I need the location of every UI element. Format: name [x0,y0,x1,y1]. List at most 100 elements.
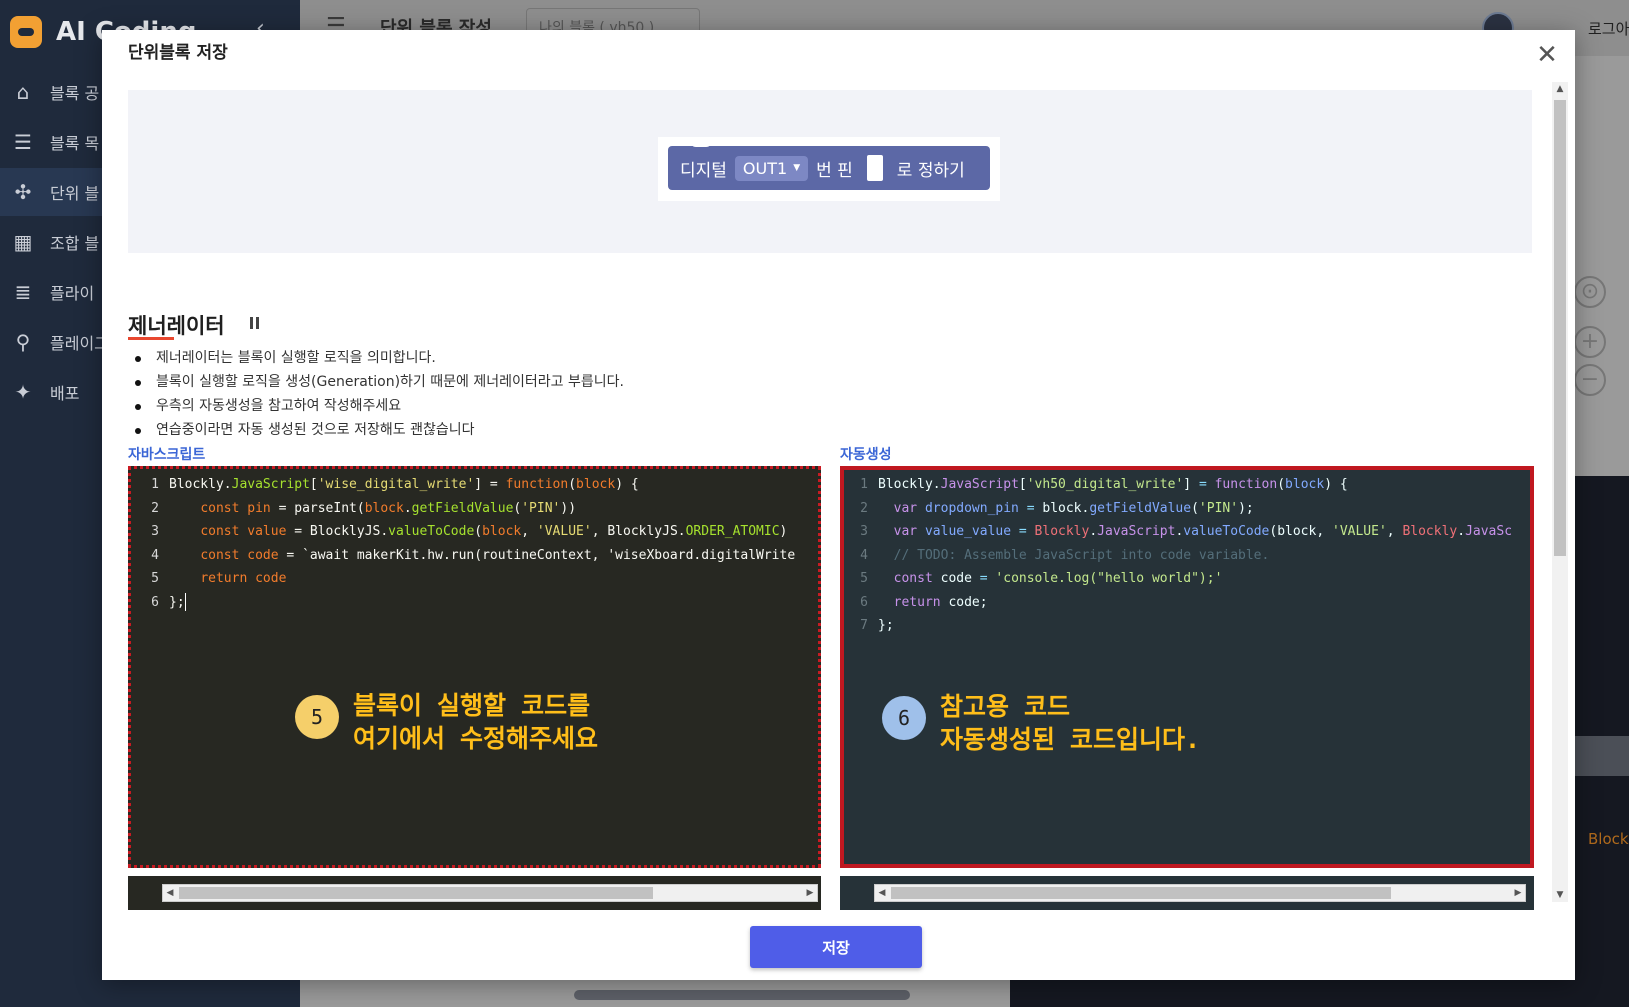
code-line[interactable]: 3 const value = BlocklyJS.valueToCode(bl… [131,520,818,544]
magic-wand-icon: ✦ [14,380,32,404]
value-input-socket[interactable] [866,155,883,181]
pin-dropdown[interactable]: OUT1 ▼ [734,155,809,181]
code-token: block. [1034,500,1090,516]
scroll-thumb[interactable] [179,887,653,899]
runner-icon: ⚲ [15,330,31,354]
code-text: const code = 'console.log("hello world")… [878,567,1223,591]
callout-line: 블록이 실행할 코드를 [353,691,591,720]
code-token: = [979,571,988,586]
code-token: [ [1018,477,1027,492]
dialog-scrollbar[interactable]: ▲ ▼ [1552,82,1568,902]
code-token: 'console.log("hello world");' [995,571,1223,586]
code-line[interactable]: 5 const code = 'console.log("hello world… [844,567,1530,591]
line-number: 5 [860,571,868,586]
line-number: 6 [151,594,159,610]
scroll-left-icon[interactable]: ◀ [163,885,177,901]
code-token: = [1198,477,1207,492]
code-line[interactable]: 4 const code = `await makerKit.hw.run(ro… [131,544,818,568]
workspace-scrollbar[interactable] [574,990,910,1000]
code-token: Blockly [1034,524,1090,539]
block-preview-area: 디지털 OUT1 ▼ 번 핀 로 정하기 [128,90,1532,253]
code-token: ) [779,524,788,539]
block-preview-card: 디지털 OUT1 ▼ 번 핀 로 정하기 [658,137,1000,201]
code-line[interactable]: 4 // TODO: Assemble JavaScript into code… [844,544,1530,568]
code-token: valueToCode [1183,524,1270,539]
zoom-in-icon[interactable]: + [1574,326,1606,358]
code-token: , [521,524,537,539]
scroll-thumb[interactable] [1554,100,1566,556]
save-button[interactable]: 저장 [750,926,922,968]
scroll-down-icon[interactable]: ▼ [1552,890,1568,900]
code-line[interactable]: 3 var value_value = Blockly.JavaScript.v… [844,520,1530,544]
code-line[interactable]: 2 const pin = parseInt(block.getFieldVal… [131,497,818,521]
code-token: ); [1238,500,1254,516]
zoom-out-icon[interactable]: − [1574,364,1606,396]
code-token: 'PIN' [521,500,561,516]
line-number: 4 [860,547,868,563]
code-line[interactable]: 2 var dropdown_pin = block.getFieldValue… [844,497,1530,521]
scroll-thumb[interactable] [891,887,1391,899]
dialog-title: 단위블록 저장 [128,43,228,63]
code-token: const [893,571,933,586]
puzzle-icon: ✣ [14,180,32,204]
code-token: = [1018,524,1027,539]
line-number: 1 [860,477,868,492]
code-line[interactable]: 1 Blockly.JavaScript['vh50_digital_write'… [844,473,1530,497]
code-line[interactable]: 6 return code; [844,591,1530,615]
scroll-track[interactable]: ◀ ▶ [874,884,1526,902]
scroll-up-icon[interactable]: ▲ [1552,84,1568,94]
scroll-track[interactable]: ◀ ▶ [162,884,818,902]
code-token: [ [309,477,318,492]
code-token: ] = [474,477,506,492]
scroll-right-icon[interactable]: ▶ [803,885,817,901]
close-button[interactable]: ✕ [1532,40,1562,70]
code-token: valueToCode [388,524,475,539]
code-token: block [576,477,616,492]
sidebar-item-label: 플레이그 [50,334,109,353]
javascript-code-editor[interactable]: 1 Blockly.JavaScript['wise_digital_write'… [128,466,821,868]
recenter-icon[interactable]: ⊙ [1574,276,1606,308]
code-token: return [893,594,941,610]
code-line[interactable]: 1 Blockly.JavaScript['wise_digital_write'… [131,473,818,497]
code-token: )) [560,500,577,516]
code-line[interactable]: 6}; [131,591,818,615]
auto-generated-code-viewer[interactable]: 1 Blockly.JavaScript['vh50_digital_write'… [840,466,1534,868]
code-token: code [247,547,279,563]
code-token: block [1285,477,1325,492]
block-preview[interactable]: 디지털 OUT1 ▼ 번 핀 로 정하기 [668,141,990,190]
block-suffix-text: 로 정하기 [896,160,965,181]
auto-code-scrollbar[interactable]: ◀ ▶ [840,876,1534,910]
line-number: 3 [151,524,159,539]
code-token: = parseInt( [270,500,365,516]
logout-link[interactable]: 로그아 [1588,18,1629,39]
code-token: = `await makerKit.hw.run(routineContext,… [278,547,796,563]
javascript-editor-scrollbar[interactable]: ◀ ▶ [128,876,821,910]
code-text: const code = `await makerKit.hw.run(rout… [169,544,795,568]
callout-number: 5 [295,695,339,739]
scroll-left-icon[interactable]: ◀ [875,885,889,901]
code-token: pin [247,500,271,516]
code-text: }; [169,591,186,615]
code-text: return code; [878,591,988,615]
list-item: 블록이 실행할 로직을 생성(Generation)하기 때문에 제너레이터라고… [132,370,624,394]
list-item: 우측의 자동생성을 참고하여 작성해주세요 [132,394,624,418]
code-line[interactable]: 7}; [844,614,1530,638]
code-text: const pin = parseInt(block.getFieldValue… [169,497,576,521]
code-token: var [893,524,918,539]
line-number: 2 [860,500,868,516]
code-text: const value = BlocklyJS.valueToCode(bloc… [169,520,787,544]
scroll-right-icon[interactable]: ▶ [1511,885,1525,901]
panel-text: Block [1588,830,1629,848]
code-token: var [893,500,918,516]
code-token: value [247,524,287,539]
code-token: const [200,524,240,539]
code-line[interactable]: 5 return code [131,567,818,591]
code-token: JavaSc [1465,524,1513,539]
